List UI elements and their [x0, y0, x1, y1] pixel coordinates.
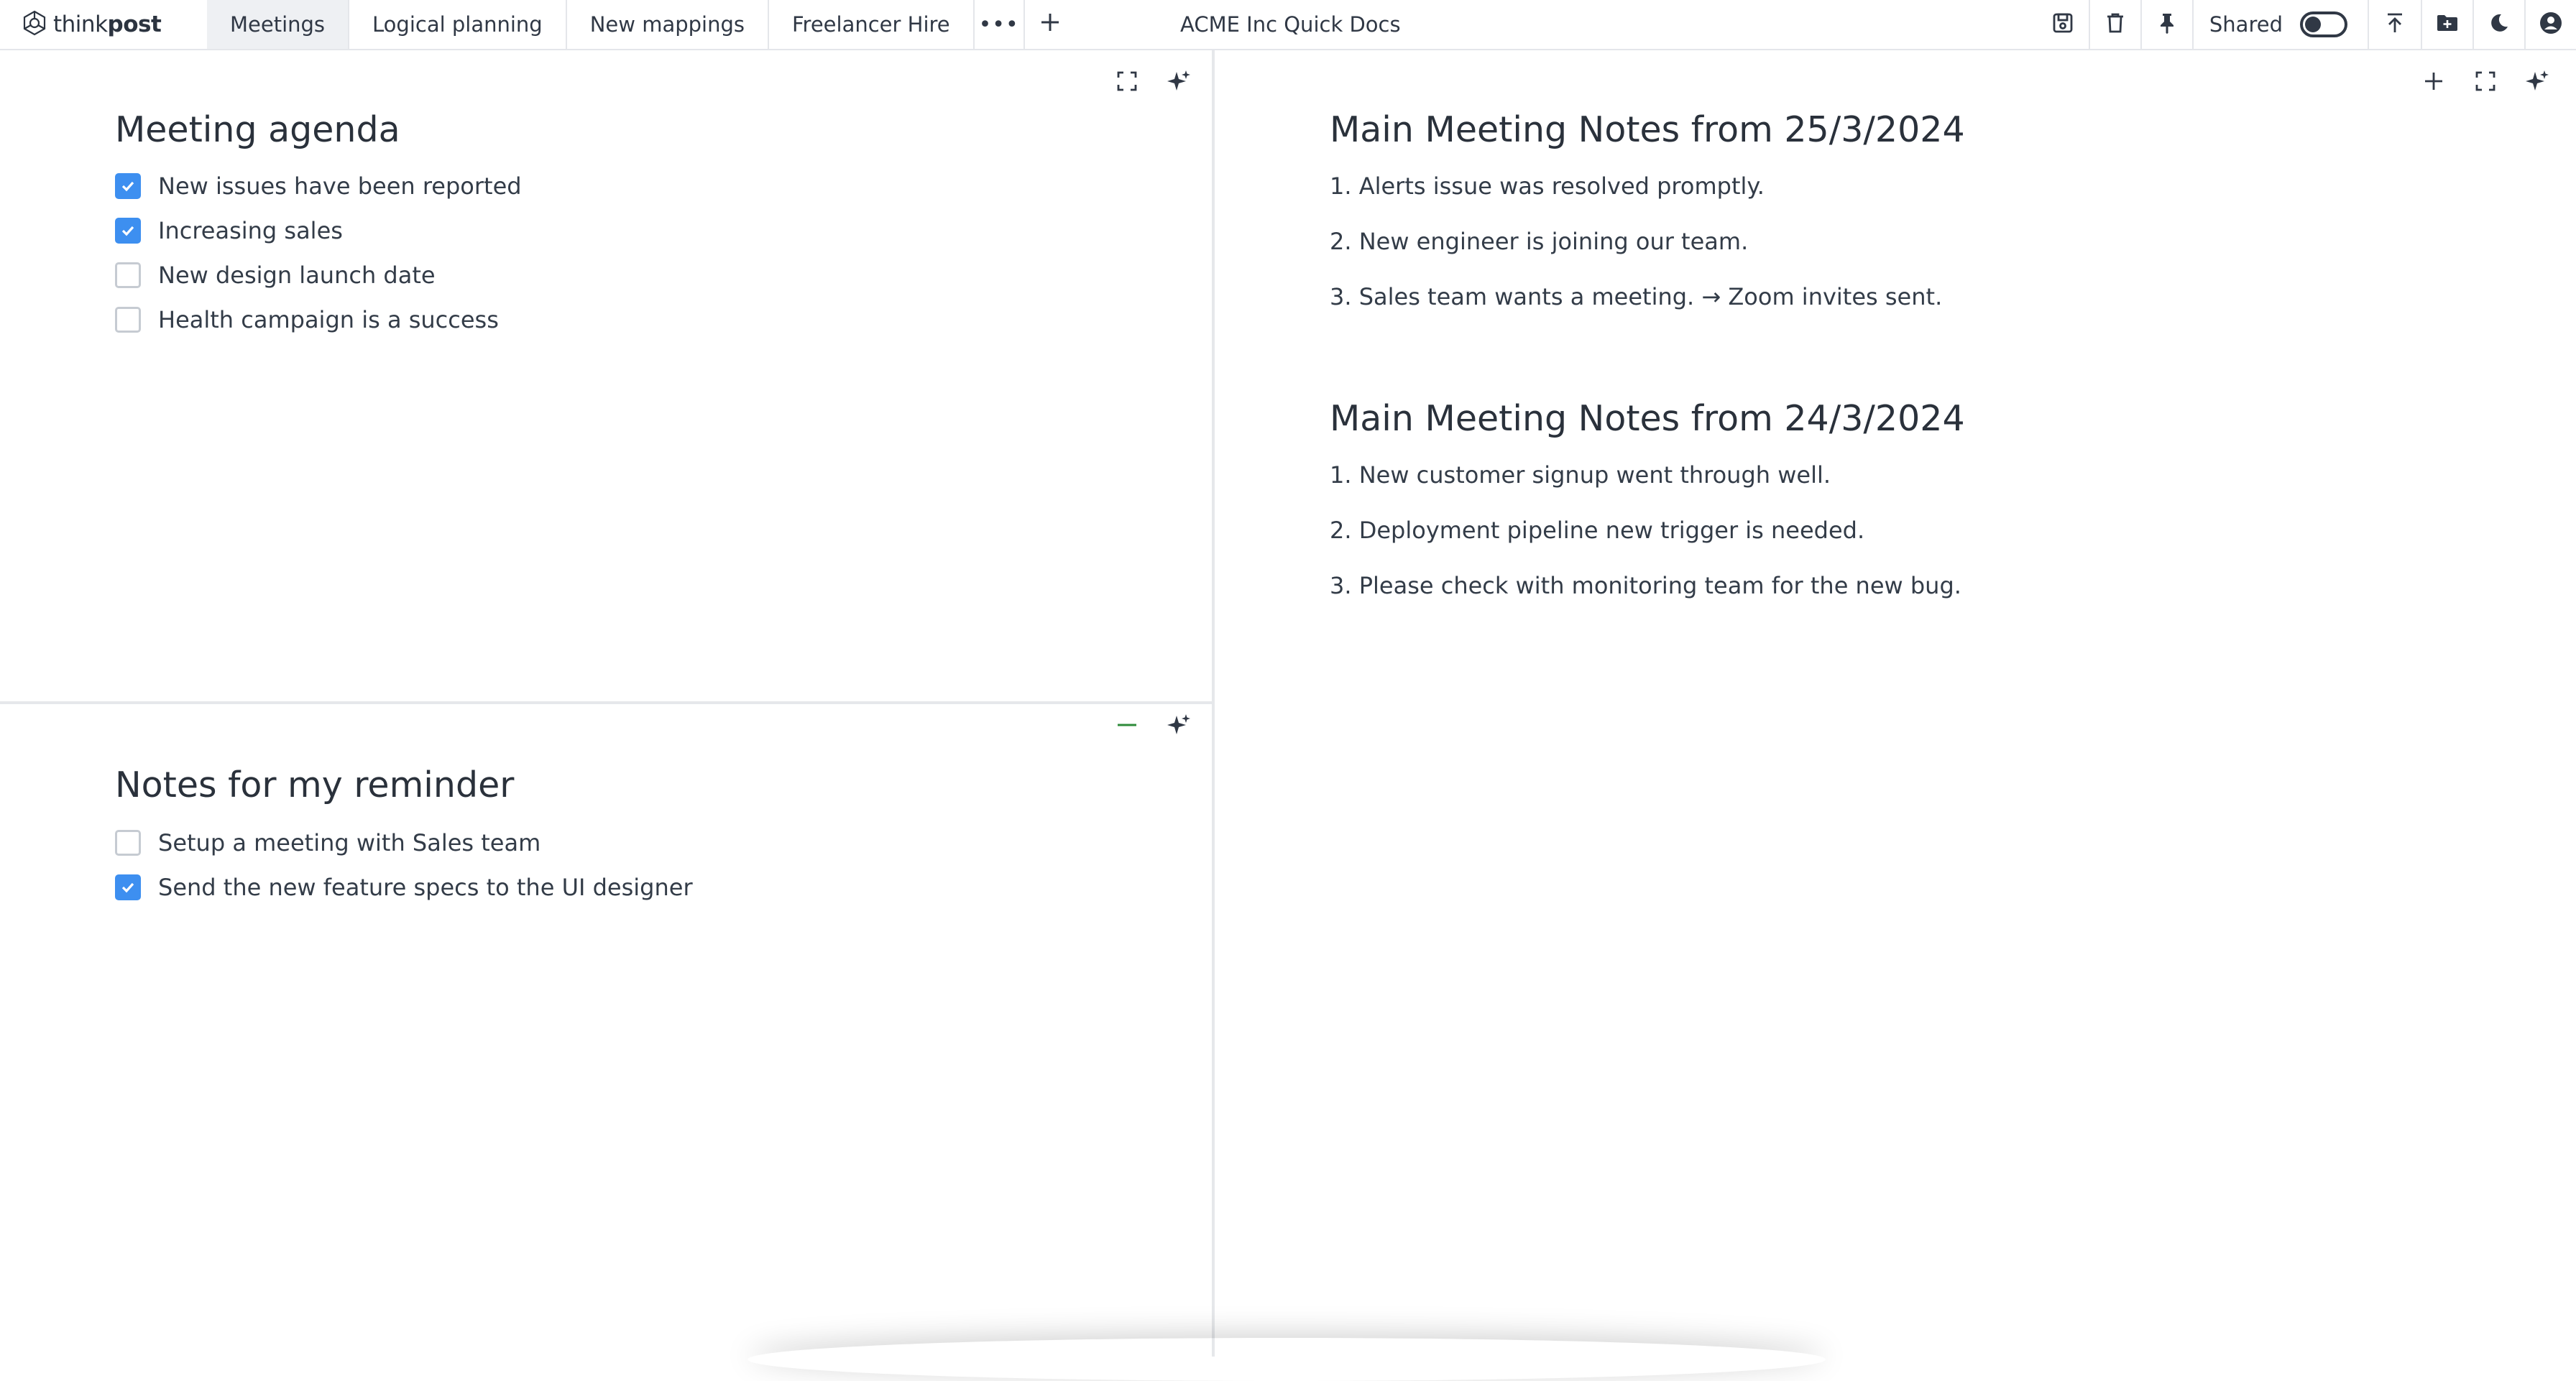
toggle-knob: [2305, 17, 2321, 32]
shared-label: Shared: [2209, 12, 2283, 37]
account-button[interactable]: [2524, 0, 2576, 49]
reminder-checklist: Setup a meeting with Sales team Send the…: [115, 821, 693, 910]
app-logo[interactable]: thinkpost: [20, 9, 162, 40]
publish-button[interactable]: [2369, 0, 2421, 49]
ai-assist-button[interactable]: [2511, 60, 2563, 105]
moon-icon: [2487, 11, 2511, 38]
agenda-panel: Meeting agenda New issues have been repo…: [0, 50, 1212, 701]
pin-icon: [2155, 11, 2179, 38]
shared-toggle[interactable]: [2300, 11, 2347, 37]
note-line[interactable]: 3. Please check with monitoring team for…: [1330, 569, 1961, 624]
checkbox-checked[interactable]: [115, 173, 141, 199]
checkbox-checked[interactable]: [115, 874, 141, 900]
add-tab-button[interactable]: [1025, 0, 1075, 49]
document-title: ACME Inc Quick Docs: [1180, 12, 1401, 37]
sparkle-icon: [2525, 69, 2549, 96]
logo-icon: [20, 9, 49, 40]
reminder-item-text[interactable]: Send the new feature specs to the UI des…: [158, 874, 693, 901]
agenda-checklist: New issues have been reported Increasing…: [115, 164, 522, 342]
agenda-item: Health campaign is a success: [115, 297, 522, 342]
expand-icon: [2473, 69, 2498, 96]
trash-icon: [2103, 11, 2128, 38]
note-line[interactable]: 2. Deployment pipeline new trigger is ne…: [1330, 514, 1961, 569]
checkbox-checked[interactable]: [115, 218, 141, 244]
ai-assist-button[interactable]: [1153, 704, 1205, 749]
account-icon: [2539, 11, 2563, 38]
tab-freelancer-hire[interactable]: Freelancer Hire: [769, 0, 975, 49]
logo-text-bold: post: [107, 11, 162, 37]
notes-panel: Main Meeting Notes from 25/3/2024 1. Ale…: [1215, 50, 2576, 1357]
notes-section-title: Main Meeting Notes from 24/3/2024: [1330, 398, 1965, 439]
plus-icon: [2421, 69, 2446, 96]
delete-button[interactable]: [2088, 0, 2140, 49]
expand-button[interactable]: [1101, 60, 1153, 105]
upload-icon: [2383, 11, 2407, 38]
reminder-item-text[interactable]: Setup a meeting with Sales team: [158, 829, 540, 856]
pin-button[interactable]: [2140, 0, 2192, 49]
reminder-title: Notes for my reminder: [115, 765, 515, 805]
logo-text: thinkpost: [53, 11, 162, 37]
reminder-item: Send the new feature specs to the UI des…: [115, 865, 693, 910]
toolbar: Shared: [2037, 0, 2576, 49]
agenda-item-text[interactable]: Health campaign is a success: [158, 306, 499, 333]
tab-logical-planning[interactable]: Logical planning: [349, 0, 567, 49]
plus-icon: [1039, 11, 1061, 38]
tab-meetings[interactable]: Meetings: [207, 0, 350, 49]
reminder-item: Setup a meeting with Sales team: [115, 821, 693, 865]
expand-icon: [1115, 69, 1139, 96]
tab-new-mappings[interactable]: New mappings: [567, 0, 769, 49]
minimize-button[interactable]: [1101, 704, 1153, 749]
add-block-button[interactable]: [2408, 60, 2460, 105]
folder-add-icon: [2435, 11, 2460, 38]
agenda-item: Increasing sales: [115, 208, 522, 253]
sparkle-icon: [1167, 69, 1191, 96]
minimize-icon: [1115, 713, 1139, 740]
notes-panel-controls: [2408, 60, 2563, 105]
agenda-item: New design launch date: [115, 253, 522, 297]
save-icon: [2051, 11, 2075, 38]
agenda-panel-controls: [1101, 60, 1205, 105]
ai-assist-button[interactable]: [1153, 60, 1205, 105]
shared-toggle-group: Shared: [2191, 0, 2369, 49]
top-bar: thinkpost Meetings Logical planning New …: [0, 0, 2576, 50]
logo-text-light: think: [53, 11, 108, 37]
tab-bar: Meetings Logical planning New mappings F…: [207, 0, 1075, 49]
checkbox-unchecked[interactable]: [115, 830, 141, 856]
notes-section-title: Main Meeting Notes from 25/3/2024: [1330, 109, 1965, 150]
note-line[interactable]: 1. Alerts issue was resolved promptly.: [1330, 170, 1942, 225]
new-folder-button[interactable]: [2421, 0, 2472, 49]
checkbox-unchecked[interactable]: [115, 307, 141, 333]
sparkle-icon: [1167, 713, 1191, 740]
expand-button[interactable]: [2460, 60, 2511, 105]
note-line[interactable]: 1. New customer signup went through well…: [1330, 458, 1961, 514]
bottom-shadow: [748, 1338, 1826, 1381]
notes-section-list: 1. New customer signup went through well…: [1330, 458, 1961, 624]
agenda-item: New issues have been reported: [115, 164, 522, 208]
ellipsis-icon: •••: [978, 11, 1019, 37]
notes-section-list: 1. Alerts issue was resolved promptly. 2…: [1330, 170, 1942, 336]
agenda-title: Meeting agenda: [115, 109, 400, 150]
agenda-item-text[interactable]: Increasing sales: [158, 217, 343, 244]
note-line[interactable]: 3. Sales team wants a meeting. → Zoom in…: [1330, 280, 1942, 336]
note-line[interactable]: 2. New engineer is joining our team.: [1330, 225, 1942, 280]
more-tabs-button[interactable]: •••: [975, 0, 1025, 49]
reminder-panel: Notes for my reminder Setup a meeting wi…: [0, 704, 1212, 1357]
checkbox-unchecked[interactable]: [115, 262, 141, 288]
reminder-panel-controls: [1101, 704, 1205, 749]
save-button[interactable]: [2037, 0, 2089, 49]
dark-mode-button[interactable]: [2472, 0, 2524, 49]
agenda-item-text[interactable]: New design launch date: [158, 262, 436, 289]
agenda-item-text[interactable]: New issues have been reported: [158, 172, 522, 200]
